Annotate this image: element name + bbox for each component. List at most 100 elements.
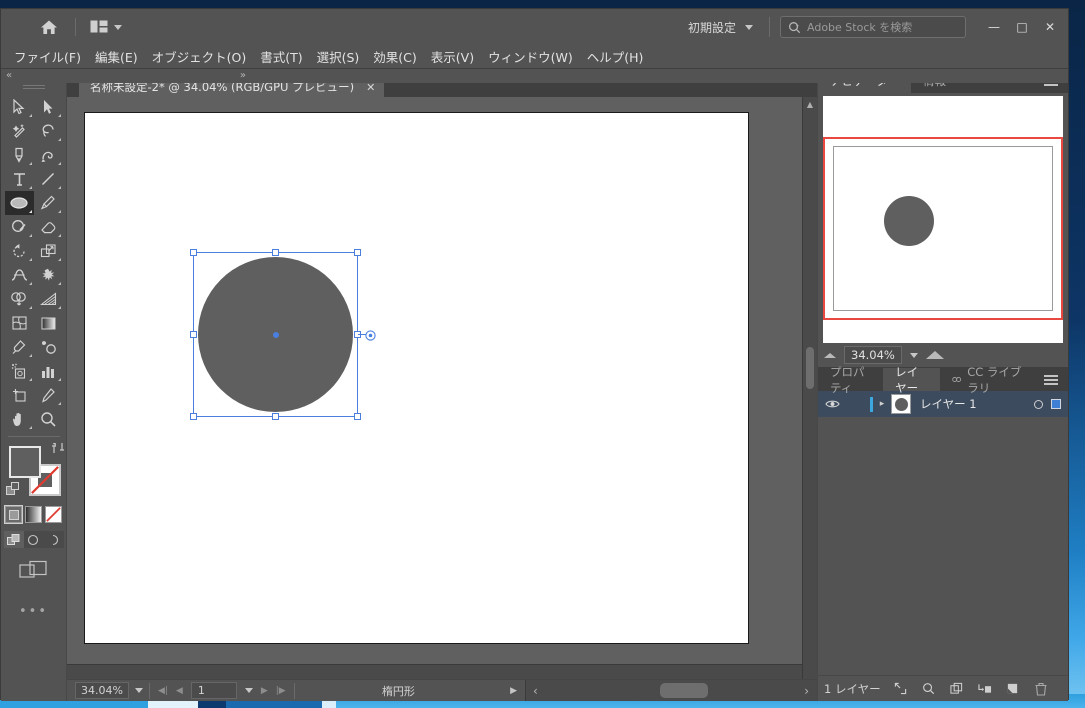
handle-bottom-right[interactable] <box>354 413 361 420</box>
layers-panel-menu-button[interactable] <box>1034 368 1068 391</box>
tool-mesh[interactable] <box>5 311 34 335</box>
tool-blend[interactable] <box>34 335 63 359</box>
tool-symbol-sprayer[interactable] <box>5 359 34 383</box>
draw-inside-button[interactable] <box>44 531 64 548</box>
more-tools-button[interactable]: ••• <box>19 604 48 619</box>
create-new-layer-icon[interactable] <box>999 676 1027 702</box>
minimize-button[interactable]: — <box>980 15 1008 39</box>
none-swatch-button[interactable] <box>45 506 62 523</box>
artboard-number-field[interactable]: 1 <box>190 682 237 699</box>
document-tab[interactable]: 名称未設定-2* @ 34.04% (RGB/GPU プレビュー) ✕ <box>79 75 385 97</box>
status-menu-arrow-icon[interactable]: ▶ <box>502 686 525 696</box>
tab-info[interactable]: 情報 <box>911 69 958 93</box>
scroll-right-icon[interactable]: › <box>804 684 817 698</box>
maximize-button[interactable]: □ <box>1008 15 1036 39</box>
navigator-preview[interactable] <box>823 96 1063 343</box>
vertical-scroll-thumb[interactable] <box>806 347 814 389</box>
navigator-zoom-value[interactable]: 34.04% <box>844 346 902 364</box>
rotation-widget-icon[interactable] <box>365 329 376 341</box>
tool-zoom[interactable] <box>34 407 63 431</box>
handle-bottom-left[interactable] <box>190 413 197 420</box>
default-fill-stroke-icon[interactable] <box>5 482 22 498</box>
tool-column-graph[interactable] <box>34 359 63 383</box>
tool-shaper[interactable] <box>5 215 34 239</box>
canvas[interactable]: ▲ <box>67 97 817 679</box>
zoom-in-icon[interactable] <box>925 351 944 359</box>
zoom-out-icon[interactable] <box>824 352 836 358</box>
tool-direct-selection[interactable] <box>34 95 63 119</box>
scroll-left-icon[interactable]: ‹ <box>526 684 538 698</box>
tool-shape-builder[interactable] <box>5 287 34 311</box>
tool-gradient[interactable] <box>34 311 63 335</box>
handle-top-left[interactable] <box>190 249 197 256</box>
selection-square-icon[interactable] <box>1051 399 1061 409</box>
tool-rotate[interactable] <box>5 239 34 263</box>
handle-top-center[interactable] <box>272 249 279 256</box>
tool-line-segment[interactable] <box>34 167 63 191</box>
home-icon[interactable] <box>39 17 59 37</box>
swap-fill-stroke-icon[interactable] <box>51 442 65 454</box>
tool-pen[interactable] <box>5 143 34 167</box>
handle-middle-left[interactable] <box>190 331 197 338</box>
tab-layers[interactable]: レイヤー <box>883 365 941 395</box>
tool-width[interactable] <box>5 263 34 287</box>
scroll-up-icon[interactable]: ▲ <box>803 97 817 111</box>
tab-properties[interactable]: プロパティ <box>818 365 884 395</box>
locate-object-icon[interactable] <box>887 676 915 702</box>
menu-object[interactable]: オブジェクト(O) <box>145 45 254 68</box>
find-layer-icon[interactable] <box>915 676 943 702</box>
menu-file[interactable]: ファイル(F) <box>7 45 88 68</box>
menu-help[interactable]: ヘルプ(H) <box>580 45 651 68</box>
change-screen-mode-icon[interactable] <box>18 560 49 582</box>
handle-top-right[interactable] <box>354 249 361 256</box>
vertical-scrollbar[interactable]: ▲ <box>802 97 817 679</box>
navigator-panel-menu-button[interactable] <box>1034 69 1068 93</box>
tool-eraser[interactable] <box>34 215 63 239</box>
next-artboard-icon[interactable]: ▶ <box>261 686 268 696</box>
handle-bottom-center[interactable] <box>272 413 279 420</box>
chevron-down-icon[interactable] <box>244 688 253 693</box>
close-button[interactable]: ✕ <box>1036 15 1064 39</box>
create-new-sublayer-icon[interactable] <box>971 676 999 702</box>
eye-icon[interactable] <box>818 399 846 409</box>
delete-selection-icon[interactable] <box>1027 676 1055 702</box>
draw-behind-button[interactable] <box>24 531 44 548</box>
menu-type[interactable]: 書式(T) <box>253 45 309 68</box>
tool-hand[interactable] <box>5 407 34 431</box>
horizontal-scrollbar[interactable]: ‹ › <box>525 680 817 701</box>
tab-navigator[interactable]: ナビゲーター <box>818 69 911 93</box>
workspace-switcher[interactable]: 初期設定 <box>682 19 759 36</box>
color-swatch-button[interactable] <box>4 505 23 524</box>
tool-scale[interactable] <box>34 239 63 263</box>
status-zoom-group[interactable]: 34.04% <box>67 682 149 699</box>
menu-view[interactable]: 表示(V) <box>424 45 481 68</box>
layer-name[interactable]: レイヤー 1 <box>920 396 977 412</box>
menu-effect[interactable]: 効果(C) <box>366 45 423 68</box>
tool-artboard[interactable] <box>5 383 34 407</box>
close-icon[interactable]: ✕ <box>366 81 375 94</box>
previous-artboard-icon[interactable]: ◀ <box>176 686 183 696</box>
tool-selection[interactable] <box>5 95 34 119</box>
tool-free-transform[interactable] <box>34 263 63 287</box>
first-artboard-icon[interactable]: ◀| <box>158 686 168 696</box>
draw-normal-button[interactable] <box>3 531 24 548</box>
fill-swatch[interactable] <box>8 446 41 478</box>
gradient-swatch-button[interactable] <box>25 506 42 523</box>
chevron-down-icon[interactable] <box>134 688 143 693</box>
menu-select[interactable]: 選択(S) <box>310 45 367 68</box>
navigator-view-box[interactable] <box>823 137 1063 320</box>
make-clipping-mask-icon[interactable] <box>943 676 971 702</box>
layers-list[interactable]: ▸ レイヤー 1 <box>818 391 1068 675</box>
target-circle-icon[interactable] <box>1034 399 1043 409</box>
arrange-documents-button[interactable] <box>90 20 122 34</box>
menu-window[interactable]: ウィンドウ(W) <box>481 45 580 68</box>
tool-magic-wand[interactable] <box>5 119 34 143</box>
status-zoom-value[interactable]: 34.04% <box>75 682 129 699</box>
stock-search-field[interactable]: Adobe Stock を検索 <box>780 16 966 38</box>
last-artboard-icon[interactable]: |▶ <box>276 686 286 696</box>
horizontal-scrollbar-track[interactable] <box>67 664 802 679</box>
horizontal-scroll-thumb[interactable] <box>660 683 708 698</box>
chevron-down-icon[interactable] <box>909 352 918 358</box>
tab-cc-libraries[interactable]: CC ライブラリ <box>940 365 1034 395</box>
tool-curvature[interactable] <box>34 143 63 167</box>
